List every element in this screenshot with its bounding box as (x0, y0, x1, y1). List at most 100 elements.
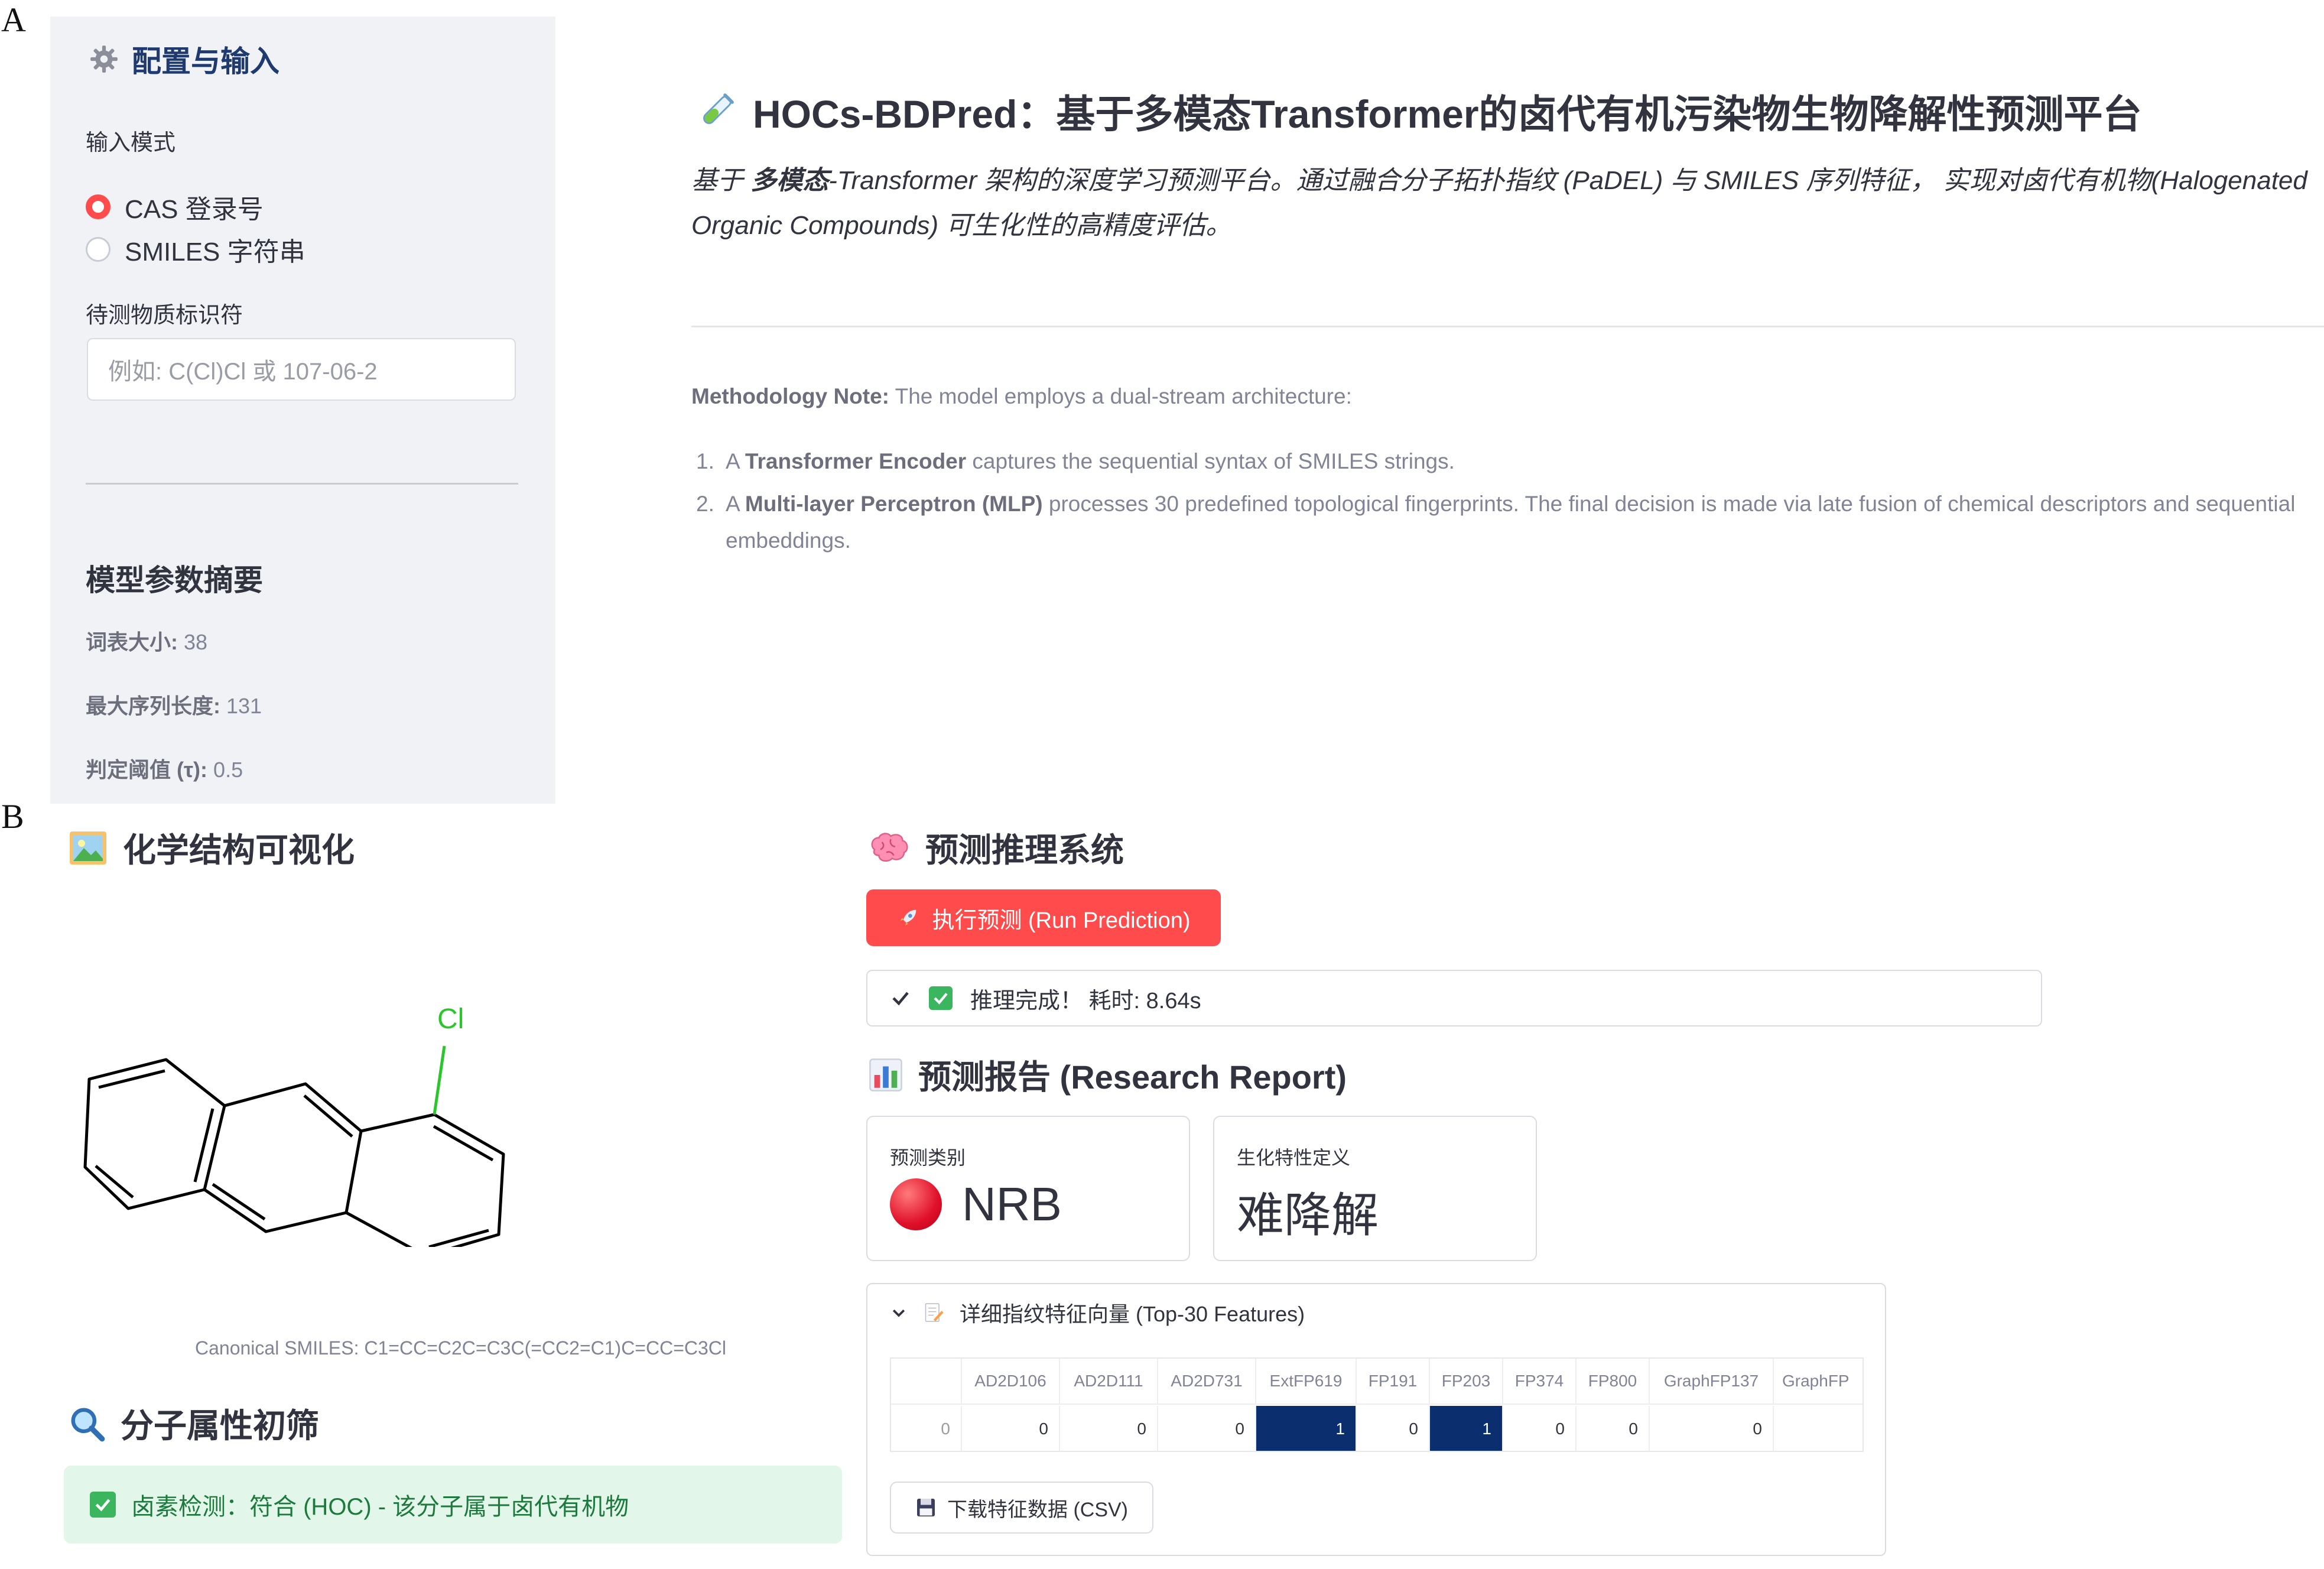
structure-title-text: 化学结构可视化 (123, 831, 355, 869)
param-key: 判定阈值 (τ): (86, 758, 208, 782)
inference-section-title: 预测推理系统 (869, 824, 1124, 872)
list-pre: A (726, 492, 745, 516)
features-table[interactable]: AD2D106 AD2D111 AD2D731 ExtFP619 FP191 F… (890, 1357, 1864, 1452)
list-number: 1. (696, 449, 714, 473)
input-mode-label: 输入模式 (86, 131, 176, 155)
param-maxlen: 最大序列长度: 131 (86, 689, 262, 720)
metric-value-text: 难降解 (1237, 1189, 1379, 1242)
picture-icon (70, 831, 106, 865)
page-title: HOCs-BDPred：基于多模态Transformer的卤代有机污染物生物降解… (696, 83, 2142, 139)
list-pre: A (726, 449, 745, 473)
table-header-cell: AD2D111 (1060, 1359, 1158, 1405)
radio-smiles-label: SMILES 字符串 (125, 238, 305, 267)
table-cell: 0 (1650, 1406, 1774, 1451)
run-button-label: 执行预测 (Run Prediction) (932, 908, 1191, 933)
table-cell (1774, 1406, 1863, 1451)
halogen-result-text: 卤素检测：符合 (HOC) - 该分子属于卤代有机物 (131, 1494, 629, 1520)
features-expander: 详细指纹特征向量 (Top-30 Features) AD2D106 AD2D1… (866, 1283, 1886, 1556)
identifier-label: 待测物质标识符 (86, 303, 243, 328)
param-threshold: 判定阈值 (τ): 0.5 (86, 753, 243, 784)
radio-selected-indicator[interactable] (86, 194, 110, 219)
sidebar-divider (86, 483, 518, 485)
table-header-row: AD2D106 AD2D111 AD2D731 ExtFP619 FP191 F… (891, 1359, 1863, 1405)
radio-smiles[interactable]: SMILES 字符串 (86, 230, 305, 268)
sidebar-title-text: 配置与输入 (132, 45, 279, 78)
radio-cas-label: CAS 登录号 (125, 195, 264, 224)
status-indicator: 推理完成！ 耗时: 8.64s (866, 970, 2042, 1026)
check-mark-icon (929, 986, 953, 1010)
identifier-placeholder: 例如: C(Cl)Cl 或 107-06-2 (108, 359, 378, 385)
check-icon (892, 992, 909, 1006)
table-header-cell: FP203 (1430, 1359, 1503, 1405)
test-tube-icon (703, 93, 734, 124)
table-header-cell: ExtFP619 (1256, 1359, 1357, 1405)
list-item: 1. A Transformer Encoder captures the seq… (696, 443, 2315, 480)
param-value: 131 (220, 694, 262, 718)
desc-post: -Transformer 架构的深度学习预测平台。通过融合分子拓扑指纹 (PaD… (691, 166, 2307, 240)
page-description: 基于 多模态-Transformer 架构的深度学习预测平台。通过融合分子拓扑指… (691, 158, 2322, 248)
table-header-cell: FP800 (1577, 1359, 1650, 1405)
param-key: 词表大小: (86, 630, 178, 654)
molecule-structure: Cl (83, 1003, 505, 1247)
methodology-bold: Methodology Note: (691, 384, 890, 408)
metric-value: NRB (890, 1177, 1062, 1232)
inference-title-text: 预测推理系统 (925, 831, 1124, 869)
red-circle-icon (890, 1178, 942, 1230)
panel-label-b: B (1, 797, 24, 836)
bar-chart-icon (869, 1058, 902, 1092)
chevron-down-icon[interactable] (890, 1304, 908, 1321)
radio-unselected-indicator[interactable] (86, 237, 110, 262)
status-text: 推理完成！ 耗时: 8.64s (970, 988, 1201, 1013)
radio-cas[interactable]: CAS 登录号 (86, 188, 264, 226)
table-header-cell: GraphFP137 (1650, 1359, 1774, 1405)
brain-icon (871, 832, 908, 862)
desc-bold: 多模态 (750, 166, 829, 195)
report-title-en: (Research Report) (1051, 1058, 1347, 1096)
panel-label-a: A (1, 1, 26, 39)
metric-value: 难降解 (1237, 1177, 1379, 1246)
params-title: 模型参数摘要 (86, 564, 263, 597)
report-section-title: 预测报告 (Research Report) (869, 1051, 1347, 1099)
download-button-label: 下载特征数据 (CSV) (947, 1498, 1128, 1521)
table-cell: 0 (962, 1406, 1060, 1451)
screening-section-title: 分子属性初筛 (69, 1399, 319, 1447)
table-cell: 0 (1357, 1406, 1430, 1451)
halogen-check-alert: 卤素检测：符合 (HOC) - 该分子属于卤代有机物 (64, 1466, 842, 1544)
table-cell: 0 (1060, 1406, 1158, 1451)
rocket-icon (901, 909, 916, 926)
expander-header[interactable]: 详细指纹特征向量 (Top-30 Features) (890, 1297, 1305, 1328)
screening-title-text: 分子属性初筛 (121, 1407, 319, 1444)
param-value: 0.5 (207, 758, 243, 782)
metric-card-class: 预测类别 NRB (866, 1116, 1190, 1261)
report-title-cn: 预测报告 (918, 1058, 1051, 1096)
table-cell-highlighted: 1 (1256, 1406, 1357, 1451)
param-vocab: 词表大小: 38 (86, 625, 207, 656)
methodology-text: The model employs a dual-stream architec… (889, 384, 1352, 408)
check-mark-icon (90, 1492, 116, 1518)
metric-value-text: NRB (962, 1178, 1062, 1230)
page-title-text: HOCs-BDPred：基于多模态Transformer的卤代有机污染物生物降解… (753, 92, 2142, 136)
methodology-note: Methodology Note: The model employs a du… (691, 384, 1352, 409)
floppy-disk-icon (917, 1499, 935, 1516)
identifier-input[interactable]: 例如: C(Cl)Cl 或 107-06-2 (87, 338, 516, 401)
list-bold: Multi-layer Perceptron (MLP) (745, 492, 1043, 516)
table-header-cell: AD2D106 (962, 1359, 1060, 1405)
metric-card-definition: 生化特性定义 难降解 (1213, 1116, 1537, 1261)
table-header-cell (891, 1359, 962, 1405)
list-bold: Transformer Encoder (745, 449, 967, 473)
param-key: 最大序列长度: (86, 694, 220, 718)
memo-icon (925, 1303, 944, 1322)
table-cell: 0 (1577, 1406, 1650, 1451)
desc-pre: 基于 (691, 166, 751, 195)
run-prediction-button[interactable]: 执行预测 (Run Prediction) (866, 889, 1221, 946)
main-divider (691, 326, 2324, 327)
sidebar-title: 配置与输入 (89, 38, 279, 80)
gear-icon (90, 46, 118, 73)
download-csv-button[interactable]: 下载特征数据 (CSV) (890, 1482, 1153, 1534)
table-row: 0 0 0 0 1 0 1 0 0 0 (891, 1406, 1863, 1451)
table-header-cell: GraphFP (1774, 1359, 1863, 1405)
metric-label: 预测类别 (890, 1147, 966, 1168)
table-header-cell: FP374 (1503, 1359, 1577, 1405)
table-header-cell: AD2D731 (1158, 1359, 1256, 1405)
chlorine-atom-label: Cl (437, 1003, 464, 1035)
